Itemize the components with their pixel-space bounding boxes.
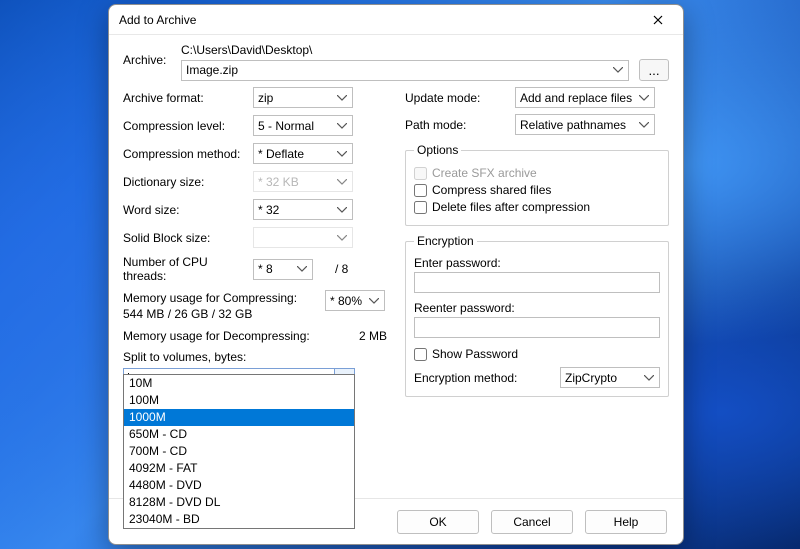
encryption-group: Encryption Enter password: Reenter passw… — [405, 234, 669, 397]
split-option[interactable]: 100M — [124, 392, 354, 409]
split-option[interactable]: 4480M - DVD — [124, 477, 354, 494]
solid-select — [253, 227, 353, 248]
reenter-password-input[interactable] — [414, 317, 660, 338]
pathmode-select[interactable]: Relative pathnames — [515, 114, 655, 135]
close-icon — [653, 15, 663, 25]
right-column: Update mode: Add and replace files Path … — [405, 87, 669, 397]
format-label: Archive format: — [123, 91, 253, 105]
update-select[interactable]: Add and replace files — [515, 87, 655, 108]
enc-method-label: Encryption method: — [414, 371, 552, 385]
enter-password-label: Enter password: — [414, 256, 660, 270]
close-button[interactable] — [639, 8, 677, 32]
split-option[interactable]: 8128M - DVD DL — [124, 494, 354, 511]
split-option[interactable]: 4092M - FAT — [124, 460, 354, 477]
dict-select: * 32 KB — [253, 171, 353, 192]
archive-path: C:\Users\David\Desktop\ — [181, 43, 669, 57]
level-label: Compression level: — [123, 119, 253, 133]
format-select[interactable]: zip — [253, 87, 353, 108]
split-option[interactable]: 23040M - BD — [124, 511, 354, 528]
enter-password-input[interactable] — [414, 272, 660, 293]
split-dropdown[interactable]: 10M 100M 1000M 650M - CD 700M - CD 4092M… — [123, 374, 355, 529]
enc-method-select[interactable]: ZipCrypto — [560, 367, 660, 388]
archive-label: Archive: — [123, 43, 181, 67]
help-button[interactable]: Help — [585, 510, 667, 534]
update-label: Update mode: — [405, 91, 515, 105]
threads-select[interactable]: * 8 — [253, 259, 313, 280]
shared-checkbox-row[interactable]: Compress shared files — [414, 183, 660, 197]
level-select[interactable]: 5 - Normal — [253, 115, 353, 136]
split-label: Split to volumes, bytes: — [123, 350, 387, 364]
sfx-checkbox-row: Create SFX archive — [414, 166, 660, 180]
split-option[interactable]: 650M - CD — [124, 426, 354, 443]
word-select[interactable]: * 32 — [253, 199, 353, 220]
pathmode-label: Path mode: — [405, 118, 515, 132]
cancel-button[interactable]: Cancel — [491, 510, 573, 534]
show-password-row[interactable]: Show Password — [414, 347, 660, 361]
threads-total: / 8 — [335, 262, 348, 276]
dialog-content: Archive: C:\Users\David\Desktop\ Image.z… — [109, 35, 683, 498]
browse-button[interactable]: ... — [639, 59, 669, 81]
mem-compress-label: Memory usage for Compressing: — [123, 290, 325, 306]
options-legend: Options — [414, 143, 461, 157]
word-label: Word size: — [123, 203, 253, 217]
mem-decompress-value: 2 MB — [359, 329, 387, 343]
threads-label: Number of CPU threads: — [123, 255, 253, 283]
options-group: Options Create SFX archive Compress shar… — [405, 143, 669, 226]
shared-checkbox[interactable] — [414, 184, 427, 197]
encryption-legend: Encryption — [414, 234, 477, 248]
method-select[interactable]: * Deflate — [253, 143, 353, 164]
split-option[interactable]: 10M — [124, 375, 354, 392]
add-to-archive-dialog: Add to Archive Archive: C:\Users\David\D… — [108, 4, 684, 545]
dict-label: Dictionary size: — [123, 175, 253, 189]
method-label: Compression method: — [123, 147, 253, 161]
window-title: Add to Archive — [119, 13, 639, 27]
left-column: Archive format: zip Compression level: 5… — [123, 87, 387, 397]
show-password-checkbox[interactable] — [414, 348, 427, 361]
sfx-checkbox — [414, 167, 427, 180]
mem-decompress-label: Memory usage for Decompressing: — [123, 329, 359, 343]
titlebar: Add to Archive — [109, 5, 683, 35]
mem-percent-select[interactable]: * 80% — [325, 290, 385, 311]
solid-label: Solid Block size: — [123, 231, 253, 245]
delete-checkbox[interactable] — [414, 201, 427, 214]
reenter-password-label: Reenter password: — [414, 301, 660, 315]
ok-button[interactable]: OK — [397, 510, 479, 534]
mem-compress-detail: 544 MB / 26 GB / 32 GB — [123, 306, 325, 322]
archive-filename-combo[interactable]: Image.zip — [181, 60, 629, 81]
split-option[interactable]: 700M - CD — [124, 443, 354, 460]
split-option[interactable]: 1000M — [124, 409, 354, 426]
delete-checkbox-row[interactable]: Delete files after compression — [414, 200, 660, 214]
